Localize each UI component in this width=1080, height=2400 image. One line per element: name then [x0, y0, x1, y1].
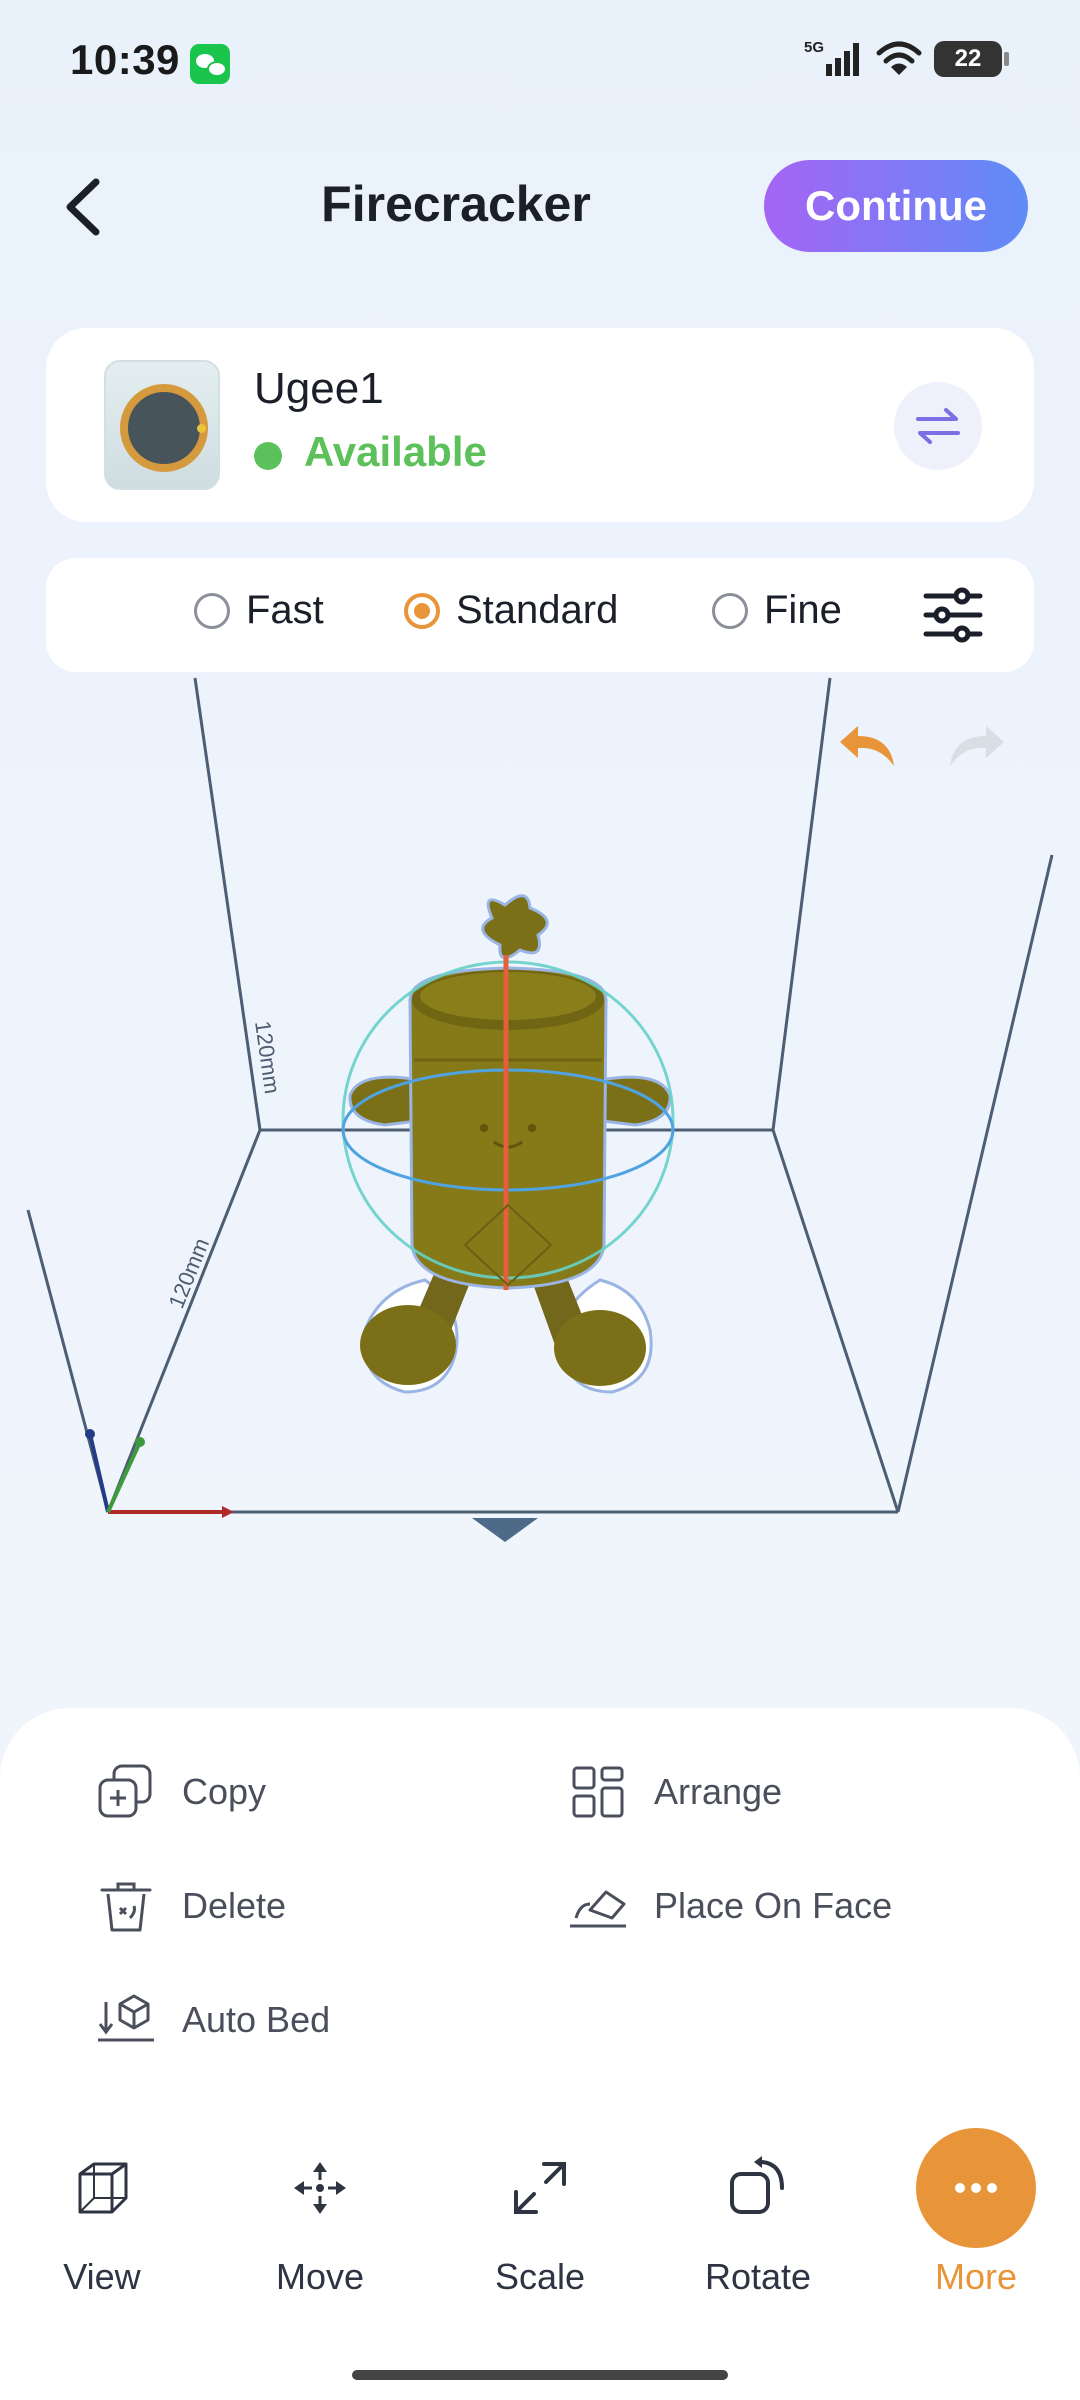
tab-scale-label: Scale — [494, 2256, 586, 2297]
battery-level: 22 — [954, 45, 982, 72]
height-dimension-label: 120mm — [250, 1019, 285, 1095]
network-label: 5G — [804, 39, 824, 56]
status-time: 10:39 — [70, 36, 180, 83]
auto-bed-label: Auto Bed — [182, 1999, 331, 2040]
printer-card[interactable]: Ugee1 Available — [46, 328, 1034, 522]
auto-bed-action[interactable]: Auto Bed — [94, 1988, 330, 2052]
place-on-face-label: Place On Face — [654, 1885, 893, 1926]
delete-label: Delete — [182, 1885, 287, 1926]
radio-selected-icon — [404, 592, 440, 629]
tab-rotate-label: Rotate — [704, 2256, 812, 2297]
wechat-icon — [190, 44, 230, 84]
swap-printer-button[interactable] — [894, 382, 982, 470]
trash-icon — [100, 1882, 152, 1932]
depth-dimension-label: 120mm — [163, 1234, 214, 1311]
printer-status: Available — [304, 428, 487, 475]
quality-selector: Fast Standard Fine — [46, 558, 1034, 672]
printer-image — [104, 360, 220, 490]
scale-arrows-icon — [514, 2162, 566, 2214]
cube-icon — [78, 2162, 128, 2214]
printer-name: Ugee1 — [254, 364, 384, 413]
copy-action[interactable]: Copy — [94, 1760, 266, 1824]
quality-label-fine: Fine — [764, 588, 842, 632]
arrange-label: Arrange — [654, 1771, 783, 1812]
model-viewport[interactable]: 120mm 120mm — [0, 672, 1080, 1682]
tab-move-label: Move — [275, 2256, 365, 2297]
arrange-action[interactable]: Arrange — [566, 1760, 782, 1824]
bottom-toolbar: View Move Scale Rotate More — [0, 2128, 1080, 2328]
radio-icon — [712, 592, 748, 629]
tab-view-label: View — [63, 2256, 141, 2297]
place-on-face-action[interactable]: Place On Face — [566, 1874, 892, 1938]
quality-label-fast: Fast — [246, 588, 324, 632]
radio-icon — [194, 592, 230, 629]
tab-more-label: More — [934, 2256, 1018, 2297]
home-indicator[interactable] — [352, 2370, 728, 2380]
battery-icon: 22 — [934, 41, 1009, 77]
undo-icon[interactable] — [836, 720, 900, 772]
quality-label-standard: Standard — [456, 588, 619, 632]
auto-bed-icon — [98, 1994, 154, 2042]
place-on-face-icon — [570, 1890, 626, 1928]
tab-view[interactable]: View — [12, 2128, 192, 2298]
more-dots-icon — [955, 2183, 997, 2193]
redo-icon[interactable] — [944, 720, 1008, 772]
quality-option-fast[interactable]: Fast — [194, 588, 324, 633]
delete-action[interactable]: Delete — [94, 1874, 286, 1938]
tab-more[interactable]: More — [886, 2128, 1066, 2298]
sliders-icon[interactable] — [922, 584, 984, 646]
status-bar: 10:39 5G 22 — [0, 0, 1080, 125]
copy-label: Copy — [182, 1771, 267, 1812]
wifi-icon — [876, 41, 922, 75]
quality-option-fine[interactable]: Fine — [712, 588, 842, 633]
rotate-icon — [730, 2156, 784, 2214]
arrange-icon — [572, 1766, 624, 1818]
tab-rotate[interactable]: Rotate — [668, 2128, 848, 2298]
quality-option-standard[interactable]: Standard — [404, 588, 618, 633]
signal-icon: 5G — [804, 39, 859, 76]
swap-arrows-icon — [916, 408, 960, 444]
move-arrows-icon — [294, 2162, 346, 2214]
firecracker-model[interactable] — [341, 894, 675, 1394]
copy-icon — [98, 1764, 152, 1818]
tab-move[interactable]: Move — [230, 2128, 410, 2298]
tab-scale[interactable]: Scale — [450, 2128, 630, 2298]
continue-button[interactable]: Continue — [764, 160, 1028, 252]
status-dot-icon — [254, 442, 282, 470]
